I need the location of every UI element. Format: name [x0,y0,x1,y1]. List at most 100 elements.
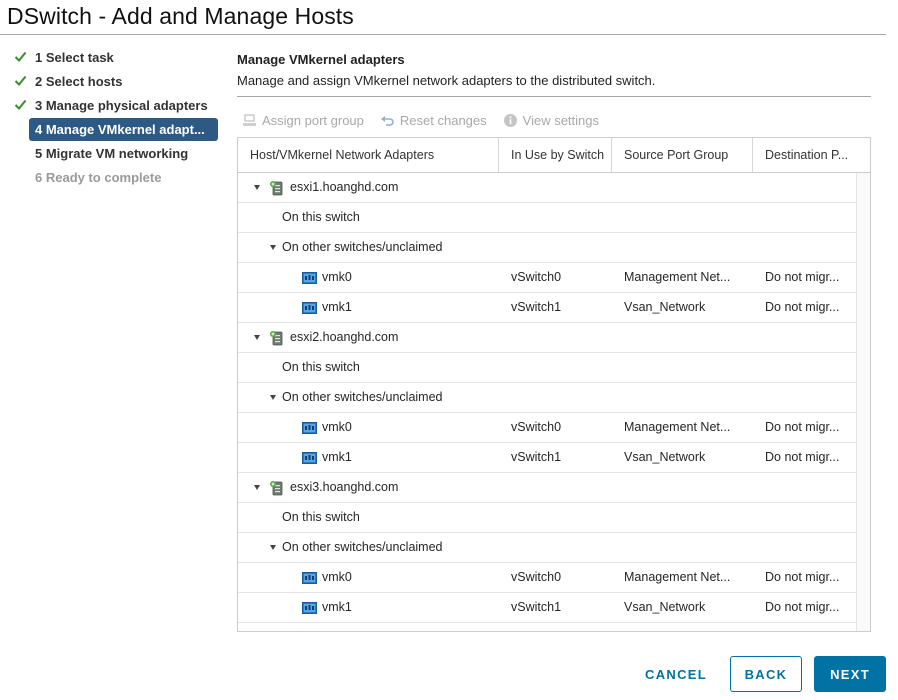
group-label: On other switches/unclaimed [282,540,443,554]
group-row-other-switches[interactable]: On other switches/unclaimed [238,233,856,263]
view-settings-button[interactable]: View settings [503,113,599,128]
adapter-row[interactable]: vmk0 vSwitch0 Management Net... Do not migr… [238,563,856,593]
assign-icon [242,113,257,128]
source-port-group: Vsan_Network [624,600,706,614]
group-label: On this switch [282,210,360,224]
group-label: On other switches/unclaimed [282,390,443,404]
source-port-group: Vsan_Network [624,300,706,314]
destination-port-group: Do not migr... [765,300,840,314]
adapter-row[interactable]: vmk0 vSwitch0 Management Net... Do not migr… [238,263,856,293]
in-use-by-switch: vSwitch0 [511,270,562,284]
grid-toolbar: Assign port group Reset changes View set… [242,113,615,128]
destination-port-group: Do not migr... [765,420,840,434]
check-icon [14,51,27,62]
group-label: On other switches/unclaimed [282,240,443,254]
group-row-other-switches[interactable]: On other switches/unclaimed [238,533,856,563]
host-row[interactable]: esxi3.hoanghd.com [238,473,856,503]
column-header-adapters[interactable]: Host/VMkernel Network Adapters [238,138,499,172]
group-row-other-switches[interactable]: On other switches/unclaimed [238,383,856,413]
column-header-destination[interactable]: Destination P... [753,138,870,172]
vmkernel-adapter-icon [302,302,317,314]
in-use-by-switch: vSwitch1 [511,450,562,464]
expand-toggle-icon[interactable] [270,395,276,400]
adapter-row[interactable]: vmk0 vSwitch0 Management Net... Do not migr… [238,413,856,443]
step-label: 5 Migrate VM networking [35,145,189,161]
next-button[interactable]: NEXT [814,656,886,692]
host-icon [270,480,284,496]
check-icon [14,75,27,86]
vmkernel-adapter-icon [302,452,317,464]
wizard-steps: 1 Select task 2 Select hosts 3 Manage ph… [12,45,222,189]
undo-icon [380,113,395,128]
in-use-by-switch: vSwitch1 [511,300,562,314]
section-title: Manage VMkernel adapters [237,52,405,67]
column-header-source[interactable]: Source Port Group [612,138,753,172]
group-label: On this switch [282,510,360,524]
host-name: esxi2.hoanghd.com [290,330,399,344]
adapter-name: vmk0 [322,570,352,584]
adapter-row[interactable]: vmk1 vSwitch1 Vsan_Network Do not migr... [238,443,856,473]
step-5[interactable]: 5 Migrate VM networking [12,141,222,165]
main-panel: Manage VMkernel adapters Manage and assi… [237,52,871,97]
expand-toggle-icon[interactable] [254,485,260,490]
expand-toggle-icon[interactable] [254,335,260,340]
step-label: 3 Manage physical adapters [35,97,208,113]
in-use-by-switch: vSwitch0 [511,420,562,434]
source-port-group: Management Net... [624,270,731,284]
host-name: esxi3.hoanghd.com [290,480,399,494]
cancel-button[interactable]: CANCEL [636,656,716,692]
destination-port-group: Do not migr... [765,450,840,464]
adapter-name: vmk0 [322,420,352,434]
section-description: Manage and assign VMkernel network adapt… [237,73,656,88]
vmkernel-adapter-icon [302,422,317,434]
expand-toggle-icon[interactable] [254,185,260,190]
step-6: 6 Ready to complete [12,165,222,189]
step-label: 1 Select task [35,49,114,65]
group-row-on-this-switch[interactable]: On this switch [238,503,856,533]
check-icon [14,99,27,110]
vmkernel-adapters-grid: Host/VMkernel Network Adapters In Use by… [237,137,871,632]
reset-changes-button[interactable]: Reset changes [380,113,487,128]
destination-port-group: Do not migr... [765,600,840,614]
grid-scrollbar[interactable] [856,173,870,631]
page-title: DSwitch - Add and Manage Hosts [7,3,354,29]
host-row[interactable]: esxi2.hoanghd.com [238,323,856,353]
expand-toggle-icon[interactable] [270,545,276,550]
group-label: On this switch [282,360,360,374]
adapter-name: vmk1 [322,600,352,614]
host-name: esxi1.hoanghd.com [290,180,399,194]
destination-port-group: Do not migr... [765,270,840,284]
source-port-group: Management Net... [624,570,731,584]
step-4-active[interactable]: 4 Manage VMkernel adapt... [12,117,222,141]
column-header-in-use[interactable]: In Use by Switch [499,138,612,172]
group-row-on-this-switch[interactable]: On this switch [238,203,856,233]
step-label: 2 Select hosts [35,73,123,89]
in-use-by-switch: vSwitch1 [511,600,562,614]
step-2[interactable]: 2 Select hosts [12,69,222,93]
adapter-name: vmk0 [322,270,352,284]
grid-body: esxi1.hoanghd.com On this switch On other … [238,173,856,623]
source-port-group: Management Net... [624,420,731,434]
destination-port-group: Do not migr... [765,570,840,584]
step-1[interactable]: 1 Select task [12,45,222,69]
back-button[interactable]: BACK [730,656,802,692]
vmkernel-adapter-icon [302,572,317,584]
adapter-name: vmk1 [322,450,352,464]
in-use-by-switch: vSwitch0 [511,570,562,584]
vmkernel-adapter-icon [302,602,317,614]
expand-toggle-icon[interactable] [270,245,276,250]
source-port-group: Vsan_Network [624,450,706,464]
step-label: 4 Manage VMkernel adapt... [29,117,218,141]
vmkernel-adapter-icon [302,272,317,284]
group-row-on-this-switch[interactable]: On this switch [238,353,856,383]
adapter-row[interactable]: vmk1 vSwitch1 Vsan_Network Do not migr... [238,293,856,323]
title-divider [0,34,886,35]
host-row[interactable]: esxi1.hoanghd.com [238,173,856,203]
assign-port-group-button[interactable]: Assign port group [242,113,364,128]
section-divider [237,96,871,97]
step-3[interactable]: 3 Manage physical adapters [12,93,222,117]
host-icon [270,180,284,196]
adapter-row[interactable]: vmk1 vSwitch1 Vsan_Network Do not migr... [238,593,856,623]
host-icon [270,330,284,346]
grid-header: Host/VMkernel Network Adapters In Use by… [238,138,870,173]
